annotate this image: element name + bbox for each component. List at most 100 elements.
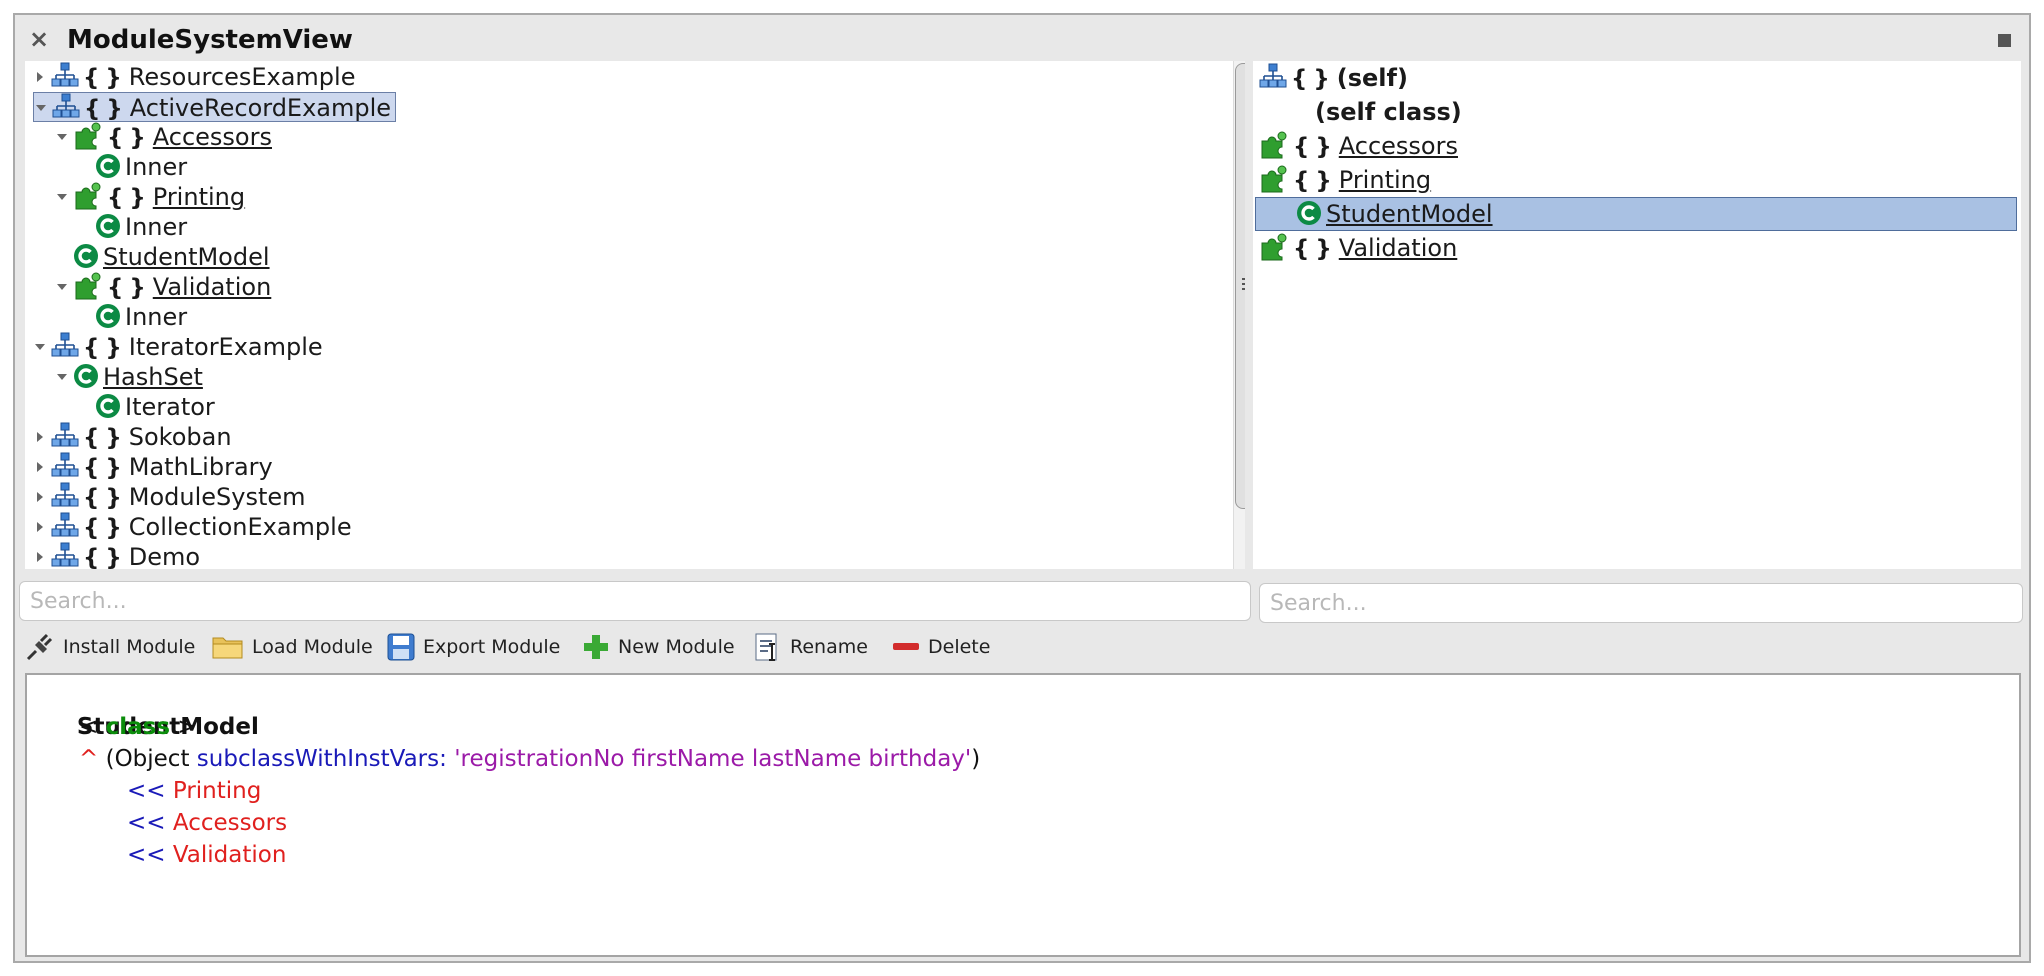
braces-icon: { } bbox=[83, 65, 122, 91]
trait-icon bbox=[73, 182, 103, 210]
code-line-1: StudentModel bbox=[33, 679, 259, 740]
tree-item-label: ActiveRecordExample bbox=[129, 94, 392, 122]
collapsed-arrow-icon[interactable] bbox=[33, 460, 51, 474]
braces-icon: { } bbox=[83, 515, 122, 541]
mixin-name: Validation bbox=[172, 842, 287, 868]
tree-item-inner[interactable]: Inner bbox=[95, 212, 187, 242]
member-item-label: Accessors bbox=[1338, 132, 1458, 160]
new-module-button[interactable]: New Module bbox=[582, 625, 735, 669]
member-item-accessors[interactable]: { } Accessors bbox=[1259, 129, 1458, 163]
tree-item-hashset[interactable]: HashSet bbox=[55, 362, 203, 392]
trait-icon bbox=[73, 122, 103, 150]
tree-item-validation[interactable]: { } Validation bbox=[55, 272, 271, 302]
tree-item-label: CollectionExample bbox=[128, 513, 352, 541]
tree-item-mathlibrary[interactable]: { } MathLibrary bbox=[33, 452, 273, 482]
code-editor[interactable]: StudentModel < class > ^ (Object subclas… bbox=[25, 673, 2021, 957]
module-icon bbox=[51, 422, 79, 450]
member-item-validation[interactable]: { } Validation bbox=[1259, 231, 1457, 265]
tree-item-demo[interactable]: { } Demo bbox=[33, 542, 200, 569]
save-icon bbox=[387, 633, 415, 661]
tree-scrollbar-thumb[interactable] bbox=[1235, 63, 1245, 509]
expanded-arrow-icon[interactable] bbox=[55, 280, 73, 294]
module-icon bbox=[51, 62, 79, 90]
window-title: ModuleSystemView bbox=[67, 25, 353, 55]
collapsed-arrow-icon[interactable] bbox=[33, 70, 51, 84]
mixin-op: << bbox=[127, 778, 166, 804]
delete-button[interactable]: Delete bbox=[892, 625, 990, 669]
tree-item-accessors[interactable]: { } Accessors bbox=[55, 122, 272, 152]
code-line-2: < class > bbox=[79, 711, 197, 743]
tree-search-input[interactable] bbox=[19, 581, 1251, 621]
tree-item-inner[interactable]: Inner bbox=[95, 302, 187, 332]
tree-item-collectionexample[interactable]: { } CollectionExample bbox=[33, 512, 352, 542]
tree-item-label: Inner bbox=[125, 153, 188, 181]
tree-item-label: StudentModel bbox=[103, 243, 270, 271]
tree-item-inner[interactable]: Inner bbox=[95, 152, 187, 182]
module-icon bbox=[51, 452, 79, 480]
mixin-op: << bbox=[127, 842, 166, 868]
collapsed-arrow-icon[interactable] bbox=[33, 490, 51, 504]
tree-item-label: ResourcesExample bbox=[128, 63, 356, 91]
trait-icon bbox=[1259, 165, 1289, 193]
maximize-icon[interactable] bbox=[1998, 34, 2011, 47]
module-icon bbox=[51, 332, 79, 360]
braces-icon: { } bbox=[1293, 134, 1332, 160]
module-icon bbox=[51, 482, 79, 510]
tree-item-printing[interactable]: { } Printing bbox=[55, 182, 245, 212]
angle-open: < bbox=[79, 714, 99, 740]
tree-item-iteratorexample[interactable]: { } IteratorExample bbox=[33, 332, 323, 362]
tree-item-label: HashSet bbox=[103, 363, 203, 391]
load-module-button[interactable]: Load Module bbox=[212, 625, 373, 669]
rename-button[interactable]: Rename bbox=[754, 625, 868, 669]
collapsed-arrow-icon[interactable] bbox=[33, 550, 51, 564]
members-list: { } (self) (self class){ } Accessors{ } Prin… bbox=[1253, 61, 2021, 569]
tree-item-sokoban[interactable]: { } Sokoban bbox=[33, 422, 232, 452]
member-item-printing[interactable]: { } Printing bbox=[1259, 163, 1431, 197]
module-tree: { } ResourcesExample{ } ActiveRecordExampl… bbox=[25, 61, 1245, 569]
braces-icon: { } bbox=[83, 545, 122, 569]
tree-item-modulesystem[interactable]: { } ModuleSystem bbox=[33, 482, 306, 512]
class-icon bbox=[73, 243, 99, 269]
braces-icon: { } bbox=[107, 275, 146, 301]
member-item-label: Validation bbox=[1338, 234, 1458, 262]
caret: ^ bbox=[79, 746, 99, 772]
expanded-arrow-icon[interactable] bbox=[33, 340, 51, 354]
module-system-window: × ModuleSystemView { } ResourcesExample{ … bbox=[13, 13, 2031, 963]
collapsed-arrow-icon[interactable] bbox=[33, 520, 51, 534]
tree-item-studentmodel[interactable]: StudentModel bbox=[73, 242, 270, 272]
expanded-arrow-icon[interactable] bbox=[34, 101, 52, 115]
collapsed-arrow-icon[interactable] bbox=[33, 430, 51, 444]
braces-icon: { } bbox=[1293, 236, 1332, 262]
expanded-arrow-icon[interactable] bbox=[55, 190, 73, 204]
member-item-studentmodel[interactable]: StudentModel bbox=[1255, 197, 2017, 231]
plug-icon bbox=[25, 633, 55, 661]
expanded-arrow-icon[interactable] bbox=[55, 130, 73, 144]
members-search-input[interactable] bbox=[1259, 583, 2023, 623]
delete-label: Delete bbox=[928, 636, 991, 658]
object-receiver: (Object bbox=[105, 746, 190, 772]
tree-item-resourcesexample[interactable]: { } ResourcesExample bbox=[33, 62, 355, 92]
tree-item-activerecordexample[interactable]: { } ActiveRecordExample bbox=[33, 92, 397, 122]
expanded-arrow-icon[interactable] bbox=[55, 370, 73, 384]
folder-icon bbox=[212, 634, 244, 660]
member-item-self-class[interactable]: (self class) bbox=[1315, 95, 1462, 129]
selector: subclassWithInstVars: bbox=[196, 746, 447, 772]
tree-item-label: Inner bbox=[125, 303, 188, 331]
export-module-button[interactable]: Export Module bbox=[387, 625, 560, 669]
plus-icon bbox=[582, 633, 610, 661]
class-keyword: class bbox=[105, 714, 171, 740]
mixin-name: Printing bbox=[172, 778, 262, 804]
close-icon[interactable]: × bbox=[29, 25, 49, 53]
member-item-self[interactable]: { } (self) bbox=[1259, 61, 1408, 95]
new-module-label: New Module bbox=[618, 636, 735, 658]
class-icon bbox=[95, 393, 121, 419]
tree-item-iterator[interactable]: Iterator bbox=[95, 392, 215, 422]
braces-icon: { } bbox=[1293, 168, 1332, 194]
braces-icon: { } bbox=[83, 455, 122, 481]
tree-item-label: IteratorExample bbox=[128, 333, 323, 361]
install-module-button[interactable]: Install Module bbox=[25, 625, 195, 669]
mixin-name: Accessors bbox=[172, 810, 288, 836]
tree-item-label: Demo bbox=[128, 543, 201, 569]
member-item-label: StudentModel bbox=[1326, 200, 1493, 228]
braces-icon: { } bbox=[83, 425, 122, 451]
